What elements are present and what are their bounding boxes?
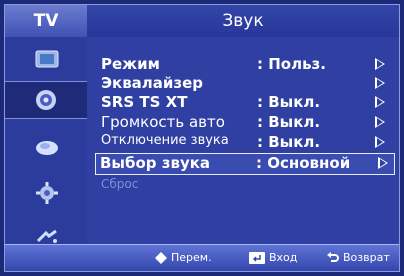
menu-item-mute[interactable]: Отключение звука : Выкл. bbox=[97, 133, 393, 152]
tv-tab[interactable]: TV bbox=[5, 5, 88, 37]
menu-item-value: : Выкл. bbox=[257, 113, 321, 131]
footer-move: Перем. bbox=[155, 251, 212, 264]
chevron-right-icon bbox=[375, 77, 385, 89]
chevron-right-icon bbox=[375, 96, 385, 108]
menu-item-auto-volume[interactable]: Громкость авто : Выкл. bbox=[97, 113, 393, 132]
menu-item-value: : Основной bbox=[256, 154, 351, 172]
menu-item-value: : Польз. bbox=[257, 55, 326, 73]
sound-icon bbox=[33, 89, 59, 111]
footer-enter: Вход bbox=[249, 251, 297, 264]
sound-menu-list: Режим : Польз. Эквалайзер SRS TS XT : Вы… bbox=[87, 37, 399, 245]
menu-item-label: Эквалайзер bbox=[101, 74, 204, 92]
sidebar-item-sound[interactable] bbox=[5, 81, 87, 119]
sidebar-item-setup[interactable] bbox=[11, 175, 83, 211]
menu-item-equalizer[interactable]: Эквалайзер bbox=[97, 74, 393, 93]
sidebar-item-picture[interactable] bbox=[11, 41, 83, 77]
chevron-right-icon bbox=[375, 116, 385, 128]
footer-return-label: Возврат bbox=[343, 251, 390, 264]
menu-item-label: Отключение звука bbox=[101, 133, 229, 148]
sidebar-item-channel[interactable] bbox=[11, 129, 83, 165]
menu-item-srs[interactable]: SRS TS XT : Выкл. bbox=[97, 93, 393, 112]
return-icon bbox=[327, 251, 339, 262]
menu-title: Звук bbox=[222, 11, 264, 31]
tv-tab-label: TV bbox=[33, 11, 59, 31]
chevron-right-icon bbox=[375, 58, 385, 70]
picture-icon bbox=[34, 48, 60, 70]
menu-item-mode[interactable]: Режим : Польз. bbox=[97, 55, 393, 74]
tv-osd-menu: TV Звук Режим: Польз. Эквалайзер SRS TS… bbox=[4, 4, 400, 272]
channel-icon bbox=[34, 136, 60, 158]
enter-icon bbox=[249, 251, 265, 264]
footer-hint-bar: Перем. Вход Возврат bbox=[5, 244, 399, 271]
menu-item-reset: Сброс bbox=[97, 177, 393, 196]
menu-item-value: : Выкл. bbox=[257, 93, 321, 111]
setup-icon bbox=[34, 182, 60, 204]
menu-item-value: : Выкл. bbox=[257, 133, 321, 151]
dpad-icon bbox=[155, 251, 167, 264]
footer-enter-label: Вход bbox=[269, 251, 298, 264]
chevron-right-icon bbox=[378, 157, 388, 169]
sidebar bbox=[5, 37, 87, 245]
menu-item-label: Режим bbox=[101, 55, 160, 73]
menu-item-label: Громкость авто bbox=[101, 113, 225, 131]
chevron-right-icon bbox=[375, 136, 385, 148]
menu-item-label: Выбор звука bbox=[100, 154, 211, 172]
menu-item-label: SRS TS XT bbox=[101, 93, 188, 111]
footer-move-label: Перем. bbox=[171, 251, 212, 264]
menu-item-sound-select[interactable]: Выбор звука : Основной bbox=[95, 153, 395, 175]
header-bar: Звук bbox=[87, 5, 399, 38]
footer-return: Возврат bbox=[327, 251, 390, 264]
menu-item-label: Сброс bbox=[101, 177, 139, 191]
